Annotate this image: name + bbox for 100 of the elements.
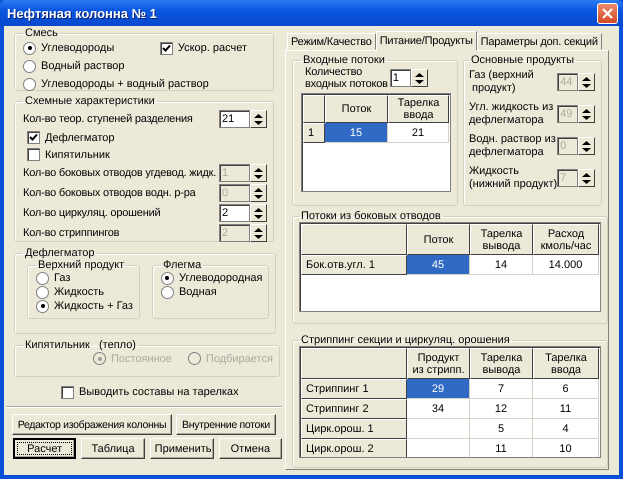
up-down-arrows-icon: [582, 76, 592, 88]
column-header[interactable]: Расход кмоль/час: [533, 224, 599, 255]
tab[interactable]: Питание/Продукты: [376, 31, 477, 51]
checkbox[interactable]: [27, 148, 40, 161]
column-header[interactable]: Продукт из стрипп.: [407, 348, 470, 379]
radio-button[interactable]: [23, 60, 36, 72]
row-header[interactable]: Цирк.орош. 1: [301, 419, 407, 439]
spin-button[interactable]: [410, 69, 428, 87]
column-header[interactable]: Тарелка ввода: [388, 95, 449, 123]
spin-button[interactable]: [250, 224, 267, 242]
action-button[interactable]: Расчет: [13, 438, 76, 459]
table-cell[interactable]: 29: [407, 379, 470, 399]
table-cell[interactable]: 14.000: [533, 255, 599, 275]
up-down-arrows-icon: [254, 228, 263, 238]
table-cell[interactable]: 45: [407, 255, 470, 275]
action-button[interactable]: Отмена: [218, 438, 282, 459]
number-field[interactable]: 2: [219, 204, 250, 222]
action-button[interactable]: Применить: [150, 438, 214, 459]
radio-button[interactable]: [160, 286, 174, 298]
up-down-arrows-icon: [254, 168, 263, 178]
group-title: Флегма: [162, 259, 202, 271]
table-cell[interactable]: 12: [470, 399, 533, 419]
radio-button[interactable]: [23, 42, 36, 54]
field-label: Газ (верхний продукт): [469, 69, 534, 95]
field-label: Кол-во циркуляц. орошений: [23, 207, 160, 219]
table-cell[interactable]: 4: [533, 419, 599, 439]
table-cell[interactable]: 11: [533, 399, 599, 419]
spin-button[interactable]: [578, 73, 596, 91]
group-title: Смесь: [24, 27, 59, 39]
field-label: Кол-во боковых отводов угдевод. жидк.: [23, 167, 216, 179]
radio-label[interactable]: Жидкость + Газ: [54, 300, 133, 312]
action-button[interactable]: Редактор изображения колонны: [12, 414, 172, 435]
radio-label[interactable]: Газ: [54, 272, 70, 284]
spin-button[interactable]: [250, 204, 267, 222]
column-header[interactable]: Тарелка вывода: [470, 348, 533, 379]
table-cell[interactable]: 11: [470, 439, 533, 457]
row-header[interactable]: Цирк.орош. 2: [301, 439, 407, 457]
spin-button[interactable]: [578, 105, 596, 123]
column-header[interactable]: Поток: [325, 95, 388, 123]
radio-button[interactable]: [23, 78, 36, 90]
table-cell[interactable]: 10: [533, 439, 599, 457]
group-title: Верхний продукт: [37, 259, 126, 271]
table-cell[interactable]: 6: [533, 379, 599, 399]
row-header[interactable]: Стриппинг 2: [301, 399, 407, 419]
radio-button[interactable]: [36, 286, 49, 298]
radio-label[interactable]: Углеводородная: [178, 272, 262, 284]
radio-label[interactable]: Водная: [178, 286, 217, 298]
field-label: Жидкость (нижний продукт): [469, 165, 558, 191]
table-cell[interactable]: [407, 419, 470, 439]
close-icon: [602, 8, 613, 18]
radio-label[interactable]: Жидкость: [54, 286, 104, 298]
field-label: Кол-во теор. ступеней разделения: [23, 113, 193, 125]
checkbox-label[interactable]: Ускор. расчет: [178, 42, 247, 54]
tab[interactable]: Режим/Качество: [287, 33, 376, 50]
group-title: Входные потоки: [302, 54, 386, 66]
close-button[interactable]: [597, 2, 618, 24]
spin-button[interactable]: [578, 137, 596, 155]
checkbox[interactable]: [160, 42, 173, 54]
radio-button[interactable]: [36, 272, 49, 284]
spin-button[interactable]: [250, 184, 267, 202]
table-cell[interactable]: 34: [407, 399, 470, 419]
spin-button[interactable]: [250, 110, 267, 128]
group-title: Потоки из боковых отводов: [300, 210, 442, 222]
field-label: Кол-во боковых отводов водн. р-ра: [23, 187, 196, 199]
checkbox[interactable]: [61, 386, 74, 398]
action-button[interactable]: Внутренние потоки: [176, 414, 276, 435]
table-cell[interactable]: 7: [470, 379, 533, 399]
up-down-arrows-icon: [254, 188, 263, 198]
table-cell[interactable]: 21: [388, 123, 449, 143]
up-down-arrows-icon: [582, 172, 592, 184]
table-cell[interactable]: 15: [325, 123, 388, 143]
radio-button[interactable]: [160, 272, 174, 284]
spin-button[interactable]: [578, 169, 596, 187]
column-header[interactable]: Поток: [407, 224, 470, 255]
group-title: Кипятильник (тепло): [24, 339, 137, 351]
radio-label[interactable]: Углеводороды: [41, 42, 114, 54]
table-cell[interactable]: 14: [470, 255, 533, 275]
table-cell[interactable]: 5: [470, 419, 533, 439]
radio-button[interactable]: [36, 300, 49, 312]
checkbox-label[interactable]: Кипятильник: [45, 148, 110, 160]
checkbox-label[interactable]: Выводить составы на тарелках: [79, 386, 239, 398]
row-header[interactable]: Стриппинг 1: [301, 379, 407, 399]
up-down-arrows-icon: [582, 108, 592, 120]
field-label: Количество входных потоков: [305, 66, 388, 90]
number-field[interactable]: 1: [390, 69, 411, 87]
number-field[interactable]: 21: [219, 110, 250, 128]
tab[interactable]: Параметры доп. секций: [476, 33, 602, 50]
radio-label[interactable]: Углеводороды + водный раствор: [41, 78, 209, 90]
checkbox-label[interactable]: Дефлегматор: [45, 132, 115, 144]
spin-button[interactable]: [250, 164, 267, 182]
action-button[interactable]: Таблица: [81, 438, 145, 459]
checkbox[interactable]: [27, 131, 40, 144]
column-header[interactable]: Тарелка вывода: [470, 224, 533, 255]
up-down-arrows-icon: [254, 114, 263, 124]
radio-label[interactable]: Водный раствор: [41, 60, 125, 72]
column-header[interactable]: Тарелка ввода: [533, 348, 599, 379]
row-header[interactable]: 1: [303, 123, 325, 143]
field-label: Водн. раствор из дефлегматора: [469, 133, 556, 159]
row-header[interactable]: Бок.отв.угл. 1: [301, 255, 407, 275]
group-title: Основные продукты: [470, 54, 575, 66]
